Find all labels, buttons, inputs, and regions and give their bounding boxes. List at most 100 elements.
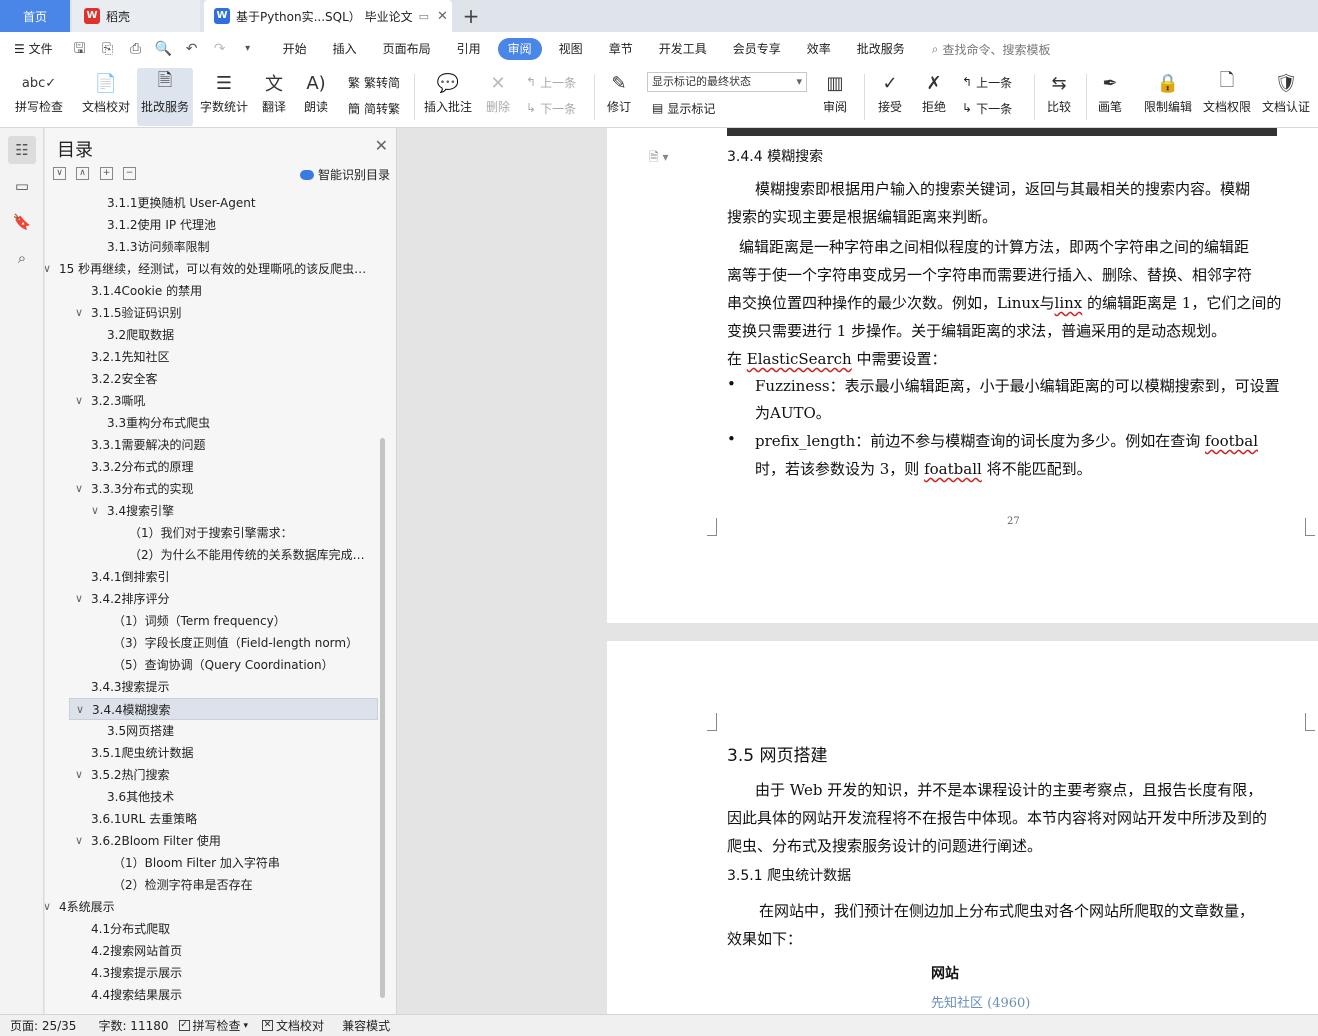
nav-pane-icon[interactable]: ▭ [8,172,36,200]
menu-tab-2[interactable]: 页面布局 [370,38,444,60]
toc-item[interactable]: 3.6其他技术 [45,786,375,808]
toc-item[interactable]: ∨ 3.3.3分布式的实现 [45,478,375,500]
toc-item[interactable]: ∨ 3.5.2热门搜索 [45,764,375,786]
menu-tab-8[interactable]: 会员专享 [720,38,794,60]
chevron-down-icon[interactable]: ∨ [75,830,87,852]
page-doc-icon[interactable]: 🗎 ▾ [649,148,669,169]
toc-item[interactable]: 3.1.1更换随机 User-Agent [45,192,375,214]
trad-to-simp-button[interactable]: 繁繁转简 [348,72,400,92]
print-icon[interactable]: ⎙ [127,40,145,58]
toc-item[interactable]: 3.5网页搭建 [45,720,375,742]
accept-button[interactable]: ✓ 接受 [870,68,910,126]
toc-item[interactable]: 4.1分布式爬取 [45,918,375,940]
toc-item[interactable]: （2）为什么不能用传统的关系数据库完成搜索功能 [45,544,375,566]
prev-comment-button[interactable]: ↰ 上一条 [526,72,576,92]
toc-item[interactable]: （1）我们对于搜索引擎需求： [45,522,375,544]
spell-check-toggle[interactable]: ✓ 拼写检查 ▾ [178,1017,248,1034]
toc-item[interactable]: 3.6.1URL 去重策略 [45,808,375,830]
menu-tab-5[interactable]: 视图 [546,38,596,60]
toc-item[interactable]: ∨ 3.4搜索引擎 [45,500,375,522]
toc-item[interactable]: 4.3搜索提示展示 [45,962,375,984]
export-icon[interactable]: ⎘ [99,40,117,58]
toc-item[interactable]: 3.4.3搜索提示 [45,676,375,698]
spell-error-word[interactable]: ElasticSearch [747,350,852,368]
toc-item[interactable]: ∨ 3.2.3嘶吼 [45,390,375,412]
delete-comment-button[interactable]: ✕ 删除 [480,68,516,126]
toc-item[interactable]: 3.3.1需要解决的问题 [45,434,375,456]
toc-item[interactable]: （2）检测字符串是否存在 [45,874,375,896]
next-comment-button[interactable]: ↳ 下一条 [526,98,576,118]
review-pane-button[interactable]: ▥ 审阅 [816,68,854,126]
toc-item[interactable]: 4.4搜索结果展示 [45,984,375,1006]
word-count-button[interactable]: ☰ 字数统计 [197,68,251,126]
prev-change-button[interactable]: ↰ 上一条 [962,72,1012,92]
more-icon[interactable]: ▾ [239,40,257,58]
chevron-down-icon[interactable]: ∨ [75,764,87,786]
remove-heading-icon[interactable]: − [123,167,136,180]
page-indicator[interactable]: 页面: 25/35 [10,1017,76,1034]
command-search[interactable]: ⌕ 查找命令、搜索模板 [932,41,1051,58]
toc-item[interactable]: ∨ 4系统展示 [45,896,375,918]
toc-item[interactable]: 3.1.2使用 IP 代理池 [45,214,375,236]
bookmark-icon[interactable]: 🔖 [8,208,36,236]
close-icon[interactable]: ✕ [375,136,388,155]
chevron-down-icon[interactable]: ∨ [75,588,87,610]
markup-state-select[interactable]: 显示标记的最终状态 [647,72,807,92]
toc-item[interactable]: （5）查询协调（Query Coordination） [45,654,375,676]
menu-tab-10[interactable]: 批改服务 [844,38,918,60]
undo-icon[interactable]: ↶ [183,40,201,58]
toc-item[interactable]: 3.3.2分布式的原理 [45,456,375,478]
preview-icon[interactable]: 🔍 [155,40,173,58]
toc-item[interactable]: 4.2搜索网站首页 [45,940,375,962]
spell-error-word[interactable]: footbal [1205,432,1258,450]
toc-item[interactable]: （1）Bloom Filter 加入字符串 [45,852,375,874]
simp-to-trad-button[interactable]: 簡简转繁 [348,98,400,118]
toc-item[interactable]: （1）词频（Term frequency） [45,610,375,632]
new-tab-button[interactable]: + [458,0,484,32]
toc-item[interactable]: （3）字段长度正则值（Field-length norm） [45,632,375,654]
toc-item[interactable]: ∨ 3.6.2Bloom Filter 使用 [45,830,375,852]
spell-error-word[interactable]: foatball [924,460,982,478]
search-icon[interactable]: ⌕ [8,244,36,272]
monitor-icon[interactable]: ▭ [419,10,429,23]
next-change-button[interactable]: ↳ 下一条 [962,98,1012,118]
toc-item[interactable]: ∨ 15 秒再继续，经测试，可以有效的处理嘶吼的该反爬虫策略 [45,258,375,280]
track-changes-button[interactable]: ✎ 修订 [600,68,638,126]
chevron-down-icon[interactable]: ∨ [45,258,55,280]
spell-error-word[interactable]: linx [1055,294,1083,312]
toc-item[interactable]: 3.1.3访问频率限制 [45,236,375,258]
toc-item[interactable]: ∨ 3.1.5验证码识别 [45,302,375,324]
menu-tab-9[interactable]: 效率 [794,38,844,60]
tab-docer[interactable]: W 稻壳 [72,0,200,32]
proofread-toggle[interactable]: ✕ 文档校对 [262,1017,324,1034]
collapse-all-icon[interactable]: ∨ [53,167,66,180]
menu-tab-7[interactable]: 开发工具 [646,38,720,60]
restrict-edit-button[interactable]: 🔒 限制编辑 [1140,68,1196,126]
word-count-indicator[interactable]: 字数: 11180 [98,1017,168,1034]
document-canvas[interactable]: 🗎 ▾ 3.4.4 模糊搜索 模糊搜索即根据用户输入的搜索关键词，返回与其最相关… [398,128,1318,1014]
expand-up-icon[interactable]: ∧ [76,167,89,180]
site-widget-item[interactable]: 先知社区 (4960) [931,992,1030,1011]
smart-toc-button[interactable]: 智能识别目录 [299,166,390,183]
toc-item[interactable]: 3.2.2安全客 [45,368,375,390]
reject-button[interactable]: ✗ 拒绝 [914,68,954,126]
spell-check-button[interactable]: abc✓ 拼写检查 [8,68,70,126]
menu-tab-0[interactable]: 开始 [270,38,320,60]
menu-tab-3[interactable]: 引用 [444,38,494,60]
show-markup-button[interactable]: ▤ 显示标记 [652,98,715,118]
toc-item[interactable]: ∨ 3.4.4模糊搜索 [69,698,378,720]
toc-item[interactable]: 3.2.1先知社区 [45,346,375,368]
menu-tab-4[interactable]: 审阅 [497,38,542,60]
redo-icon[interactable]: ↷ [211,40,229,58]
add-heading-icon[interactable]: + [100,167,113,180]
revise-service-button[interactable]: 🗎 批改服务 [137,68,193,126]
toc-item[interactable]: 3.2爬取数据 [45,324,375,346]
tab-document[interactable]: W 基于Python实...SQL） 毕业论文 ▭ ✕ [204,0,452,32]
toc-icon[interactable]: ☷ [8,136,36,164]
tab-home[interactable]: 首页 [0,0,70,32]
read-aloud-button[interactable]: A) 朗读 [298,68,334,126]
menu-tab-6[interactable]: 章节 [596,38,646,60]
chevron-down-icon[interactable]: ∨ [76,699,88,719]
doc-permission-button[interactable]: 🗋 文档权限 [1199,68,1255,126]
pen-button[interactable]: ✒ 画笔 [1092,68,1128,126]
